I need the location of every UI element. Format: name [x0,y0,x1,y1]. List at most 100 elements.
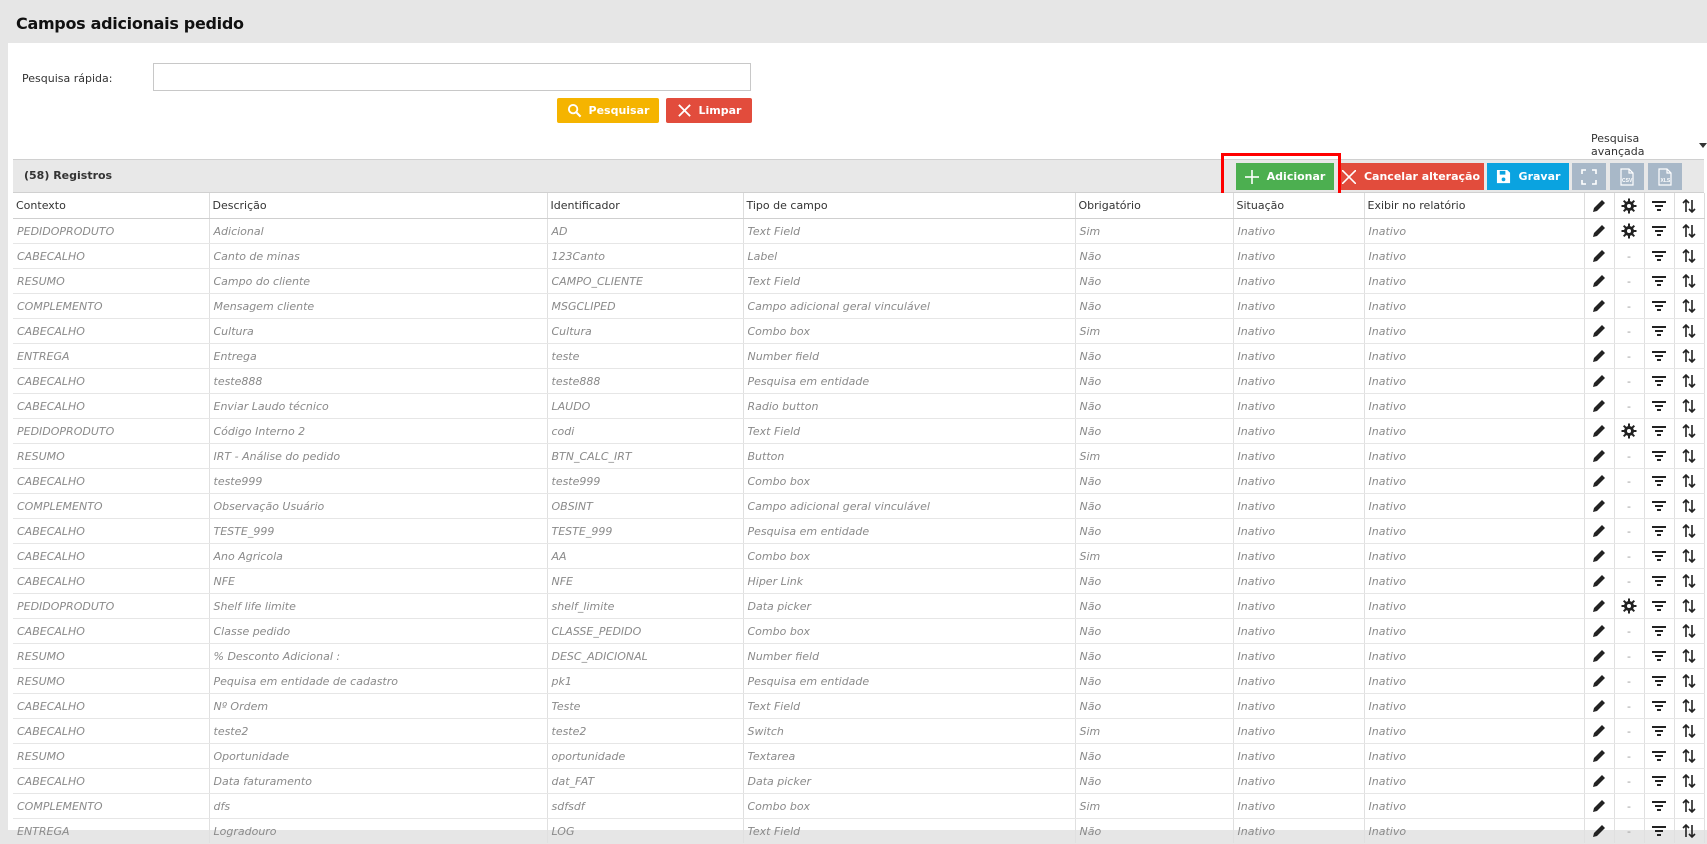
filter-button[interactable] [1644,793,1675,819]
edit-button[interactable] [1584,418,1615,444]
edit-button[interactable] [1584,393,1615,419]
filter-button[interactable] [1644,418,1675,444]
table-row[interactable]: CABECALHO TESTE_999 TESTE_999 Pesquisa em e… [13,518,1705,544]
edit-button[interactable] [1584,268,1615,294]
column-header-situacao[interactable]: Situação [1233,193,1365,219]
filter-button[interactable] [1644,343,1675,369]
edit-button[interactable] [1584,368,1615,394]
filter-button[interactable] [1644,743,1675,769]
export-xls-button[interactable]: XLS [1648,163,1682,190]
table-row[interactable]: RESUMO% Desconto Adicional : DESC_ADICION… [13,643,1705,669]
edit-button[interactable] [1584,318,1615,344]
edit-button[interactable] [1584,468,1615,494]
sort-button[interactable] [1674,718,1705,744]
filter-button[interactable] [1644,368,1675,394]
filter-button[interactable] [1644,618,1675,644]
edit-button[interactable] [1584,743,1615,769]
table-row[interactable]: PEDIDOPRODUTO Código Interno 2 codi Text Fi… [13,418,1705,444]
column-header-identificador[interactable]: Identificador [547,193,744,219]
filter-button[interactable] [1644,443,1675,469]
sort-button[interactable] [1674,343,1705,369]
edit-button[interactable] [1584,668,1615,694]
filter-button[interactable] [1644,718,1675,744]
edit-button[interactable] [1584,793,1615,819]
sort-button[interactable] [1674,368,1705,394]
sort-button[interactable] [1674,793,1705,819]
advanced-search-toggle[interactable]: Pesquisa avançada [1591,132,1707,158]
edit-button[interactable] [1584,518,1615,544]
sort-button[interactable] [1674,818,1705,844]
sort-button[interactable] [1674,618,1705,644]
column-header-tipo-campo[interactable]: Tipo de campo [743,193,1076,219]
sort-button[interactable] [1674,518,1705,544]
header-sort[interactable] [1674,193,1705,219]
filter-button[interactable] [1644,668,1675,694]
sort-button[interactable] [1674,568,1705,594]
table-row[interactable]: CABECALHO Data faturamento dat_FAT Data pic… [13,768,1705,794]
table-row[interactable]: CABECALHO teste2 teste2 Switch Sim Inativo Ina… [13,718,1705,744]
edit-button[interactable] [1584,443,1615,469]
table-row[interactable]: CABECALHO Nº Ordem Teste Text Field Não Inati… [13,693,1705,719]
table-row[interactable]: RESUMO IRT - Análise do pedido BTN_CALC_IR… [13,443,1705,469]
table-row[interactable]: CABECALHO Ano Agricola AA Combo box Sim Inati… [13,543,1705,569]
settings-button[interactable] [1614,418,1645,444]
sort-button[interactable] [1674,643,1705,669]
sort-button[interactable] [1674,768,1705,794]
filter-button[interactable] [1644,518,1675,544]
sort-button[interactable] [1674,468,1705,494]
table-row[interactable]: CABECALHO Canto de minas 123Canto Label Não I… [13,243,1705,269]
column-header-descricao[interactable]: Descrição [209,193,548,219]
filter-button[interactable] [1644,243,1675,269]
settings-button[interactable] [1614,593,1645,619]
filter-button[interactable] [1644,693,1675,719]
sort-button[interactable] [1674,693,1705,719]
table-row[interactable]: COMPLEMENTO Mensagem cliente MSGCLIPED Camp… [13,293,1705,319]
table-row[interactable]: COMPLEMENTO Observação Usuário OBSINT Campo… [13,493,1705,519]
table-row[interactable]: CABECALHO Enviar Laudo técnico LAUDO Radio … [13,393,1705,419]
edit-button[interactable] [1584,218,1615,244]
sort-button[interactable] [1674,293,1705,319]
table-row[interactable]: RESUMO Oportunidade oportunidade Textarea Nã… [13,743,1705,769]
clear-button[interactable]: Limpar [666,98,752,123]
table-row[interactable]: CABECALHO teste888 teste888 Pesquisa em ent… [13,368,1705,394]
table-row[interactable]: ENTREGA Logradouro LOG Text Field Não Inativo… [13,818,1705,844]
column-header-exibir-relatorio[interactable]: Exibir no relatório [1364,193,1585,219]
sort-button[interactable] [1674,318,1705,344]
sort-button[interactable] [1674,543,1705,569]
filter-button[interactable] [1644,568,1675,594]
filter-button[interactable] [1644,393,1675,419]
edit-button[interactable] [1584,768,1615,794]
column-header-obrigatorio[interactable]: Obrigatório [1075,193,1234,219]
sort-button[interactable] [1674,493,1705,519]
edit-button[interactable] [1584,493,1615,519]
filter-button[interactable] [1644,643,1675,669]
table-row[interactable]: ENTREGA Entrega teste Number field Não Inativ… [13,343,1705,369]
table-row[interactable]: CABECALHO NFE NFE Hiper Link Não Inativo Inati… [13,568,1705,594]
edit-button[interactable] [1584,543,1615,569]
sort-button[interactable] [1674,268,1705,294]
export-csv-button[interactable]: CSV [1610,163,1644,190]
sort-button[interactable] [1674,418,1705,444]
settings-button[interactable] [1614,218,1645,244]
filter-button[interactable] [1644,293,1675,319]
sort-button[interactable] [1674,218,1705,244]
edit-button[interactable] [1584,293,1615,319]
table-row[interactable]: CABECALHO teste999 teste999 Combo box Não Ina… [13,468,1705,494]
edit-button[interactable] [1584,243,1615,269]
table-row[interactable]: CABECALHO Classe pedido CLASSE_PEDIDO Combo… [13,618,1705,644]
fullscreen-button[interactable] [1572,163,1606,190]
table-row[interactable]: PEDIDOPRODUTO Adicional AD Text Field Sim Ina… [13,218,1705,244]
edit-button[interactable] [1584,818,1615,844]
edit-button[interactable] [1584,643,1615,669]
sort-button[interactable] [1674,593,1705,619]
filter-button[interactable] [1644,768,1675,794]
save-button[interactable]: Gravar [1487,163,1569,190]
header-filter[interactable] [1644,193,1675,219]
table-row[interactable]: RESUMO Campo do cliente CAMPO_CLIENTE Text … [13,268,1705,294]
filter-button[interactable] [1644,593,1675,619]
table-row[interactable]: RESUMO Pequisa em entidade de cadastro pk1… [13,668,1705,694]
sort-button[interactable] [1674,443,1705,469]
cancel-changes-button[interactable]: Cancelar alteração [1338,163,1484,190]
sort-button[interactable] [1674,668,1705,694]
filter-button[interactable] [1644,268,1675,294]
